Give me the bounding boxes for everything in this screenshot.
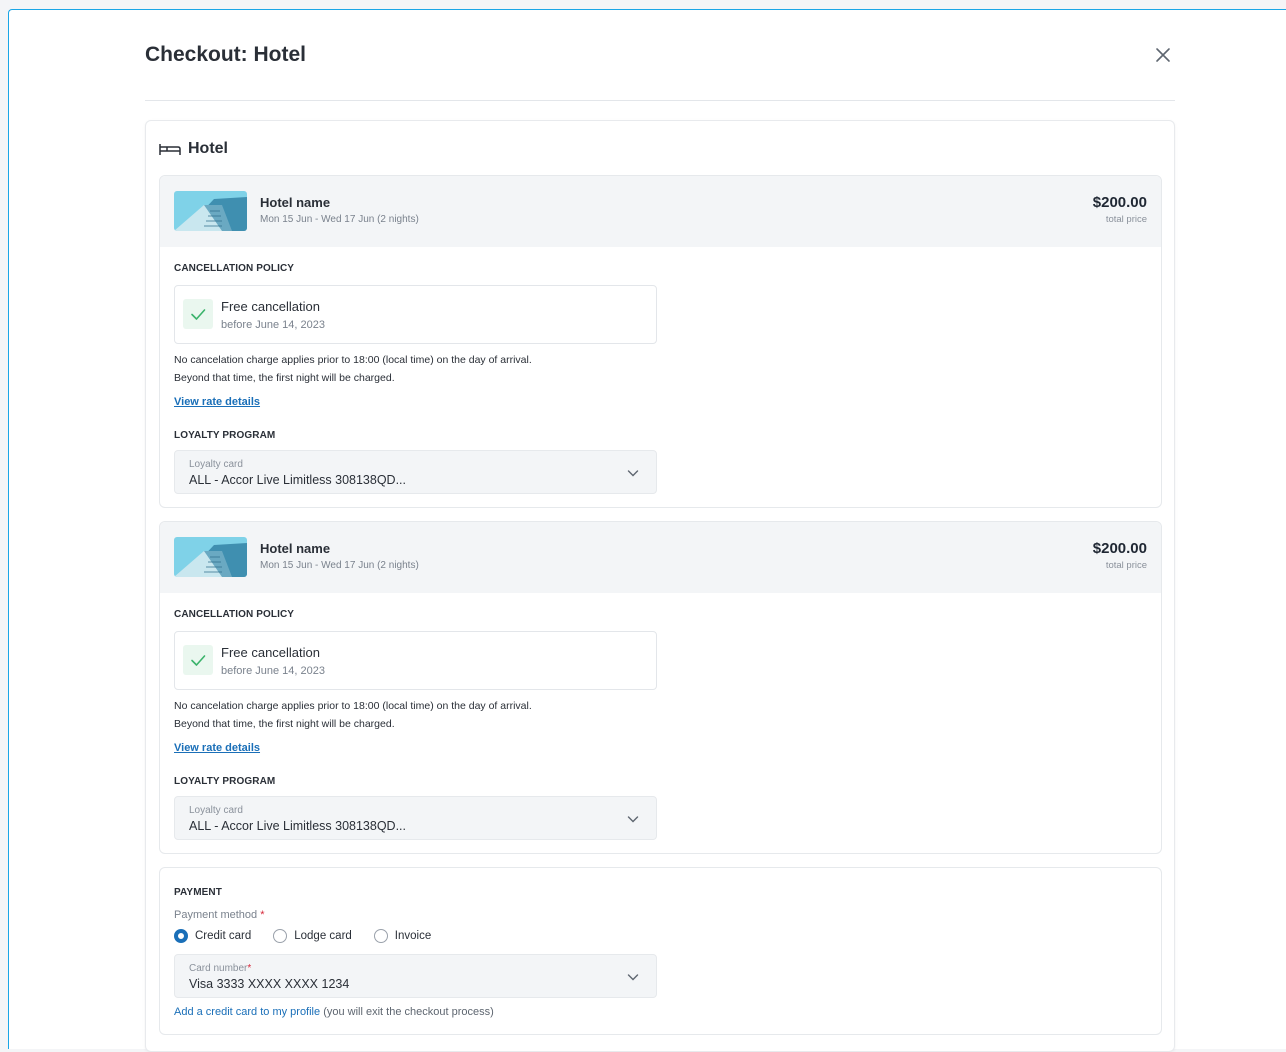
check-badge <box>183 645 213 675</box>
radio-label: Lodge card <box>294 930 352 942</box>
loyalty-card-value: ALL - Accor Live Limitless 308138QD... <box>189 473 406 487</box>
booking-card: Hotel name Mon 15 Jun - Wed 17 Jun (2 ni… <box>159 175 1162 508</box>
hotel-name: Hotel name <box>260 195 331 210</box>
cancellation-heading: CANCELLATION POLICY <box>174 609 295 620</box>
radio-label: Credit card <box>195 930 252 942</box>
booking-header: Hotel name Mon 15 Jun - Wed 17 Jun (2 ni… <box>160 522 1161 593</box>
loyalty-card-value: ALL - Accor Live Limitless 308138QD... <box>189 819 406 833</box>
radio-button[interactable] <box>273 929 288 943</box>
hotel-thumbnail <box>174 537 247 577</box>
radio-button[interactable] <box>373 929 388 943</box>
hotel-thumbnail <box>174 191 247 231</box>
booking-header: Hotel name Mon 15 Jun - Wed 17 Jun (2 ni… <box>160 176 1161 247</box>
payment-method-radio-group: Credit card Lodge card Invoice <box>174 929 453 943</box>
total-price: $200.00 <box>1092 194 1147 211</box>
cancellation-policy-box: Free cancellation before June 14, 2023 <box>174 285 657 344</box>
payment-method-text: Payment method <box>174 909 258 921</box>
cancellation-policy-box: Free cancellation before June 14, 2023 <box>174 631 657 690</box>
cancellation-heading: CANCELLATION POLICY <box>174 263 295 274</box>
required-mark: * <box>260 909 265 921</box>
cancellation-deadline: before June 14, 2023 <box>221 319 325 331</box>
payment-card: PAYMENT Payment method * Credit card Lod… <box>159 867 1162 1035</box>
card-number-label-text: Card number <box>189 963 248 974</box>
radio-button-selected[interactable] <box>174 929 188 943</box>
policy-line: Beyond that time, the first night will b… <box>174 372 395 384</box>
stay-dates: Mon 15 Jun - Wed 17 Jun (2 nights) <box>260 214 419 225</box>
cancellation-title: Free cancellation <box>221 645 320 660</box>
radio-invoice[interactable]: Invoice <box>373 929 432 943</box>
view-rate-details-link[interactable]: View rate details <box>174 396 260 408</box>
hotel-section: Hotel Hotel name Mon 15 Jun - Wed 17 Jun… <box>145 120 1175 1052</box>
check-badge <box>183 299 213 329</box>
policy-text: No cancelation charge applies prior to 1… <box>174 697 532 733</box>
add-card-row: Add a credit card to my profile (you wil… <box>174 1006 494 1018</box>
policy-line: No cancelation charge applies prior to 1… <box>174 700 532 712</box>
loyalty-card-label: Loyalty card <box>189 805 243 816</box>
check-icon <box>191 309 206 320</box>
total-price-label: total price <box>1105 214 1147 225</box>
section-title: Hotel <box>159 140 228 158</box>
bed-icon <box>159 144 181 155</box>
chevron-down-icon <box>626 466 640 480</box>
cancellation-title: Free cancellation <box>221 299 320 314</box>
close-button[interactable] <box>1151 43 1175 67</box>
payment-heading: PAYMENT <box>174 887 222 898</box>
chevron-down-icon <box>626 970 640 984</box>
loyalty-card-select[interactable]: Loyalty card ALL - Accor Live Limitless … <box>174 450 657 494</box>
radio-label: Invoice <box>394 930 432 942</box>
section-title-label: Hotel <box>188 140 228 157</box>
loyalty-card-select[interactable]: Loyalty card ALL - Accor Live Limitless … <box>174 796 657 840</box>
radio-lodge-card[interactable]: Lodge card <box>273 929 352 943</box>
checkout-window: Checkout: Hotel Hotel Hotel name Mon 15 … <box>8 9 1286 1052</box>
loyalty-heading: LOYALTY PROGRAM <box>174 430 276 441</box>
modal-header: Checkout: Hotel <box>145 10 1175 101</box>
chevron-down-icon <box>626 812 640 826</box>
check-icon <box>191 655 206 666</box>
checkout-modal: Checkout: Hotel Hotel Hotel name Mon 15 … <box>145 10 1175 1052</box>
page-title: Checkout: Hotel <box>145 43 307 66</box>
hotel-name: Hotel name <box>260 541 331 556</box>
policy-text: No cancelation charge applies prior to 1… <box>174 351 532 387</box>
hotel-image <box>174 537 247 577</box>
total-price: $200.00 <box>1092 540 1147 557</box>
cancellation-deadline: before June 14, 2023 <box>221 665 325 677</box>
view-rate-details-link[interactable]: View rate details <box>174 742 260 754</box>
policy-line: Beyond that time, the first night will b… <box>174 718 395 730</box>
loyalty-heading: LOYALTY PROGRAM <box>174 776 276 787</box>
total-price-label: total price <box>1105 560 1147 571</box>
payment-method-label: Payment method * <box>174 909 265 921</box>
booking-card: Hotel name Mon 15 Jun - Wed 17 Jun (2 ni… <box>159 521 1162 854</box>
card-number-label: Card number* <box>189 963 251 974</box>
loyalty-card-label: Loyalty card <box>189 459 243 470</box>
close-icon <box>1156 48 1170 62</box>
required-mark: * <box>247 963 252 974</box>
add-credit-card-link[interactable]: Add a credit card to my profile <box>174 1006 320 1018</box>
card-number-select[interactable]: Card number* Visa 3333 XXXX XXXX 1234 <box>174 954 657 998</box>
policy-line: No cancelation charge applies prior to 1… <box>174 354 532 366</box>
add-card-note: (you will exit the checkout process) <box>323 1006 494 1018</box>
radio-credit-card[interactable]: Credit card <box>174 929 251 943</box>
card-number-value: Visa 3333 XXXX XXXX 1234 <box>189 977 350 991</box>
hotel-image <box>174 191 247 231</box>
stay-dates: Mon 15 Jun - Wed 17 Jun (2 nights) <box>260 560 419 571</box>
